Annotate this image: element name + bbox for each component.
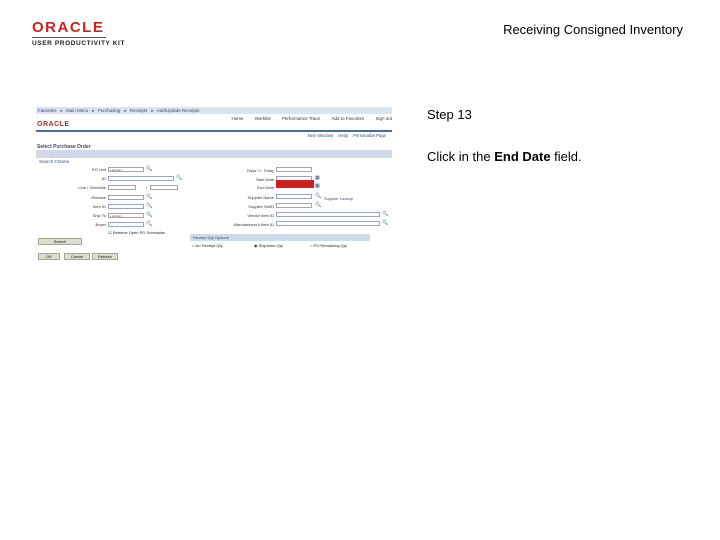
header-divider [36,130,392,132]
nav-worklist[interactable]: Worklist [255,116,271,121]
breadcrumb-item[interactable]: Add/Update Receipts [157,108,200,113]
schedule-input[interactable] [150,185,178,190]
lookup-icon[interactable]: 🔍 [146,221,152,227]
lookup-icon[interactable]: 🔍 [382,220,388,226]
field-label: End Date [257,185,274,190]
lookup-icon[interactable]: 🔍 [382,211,388,217]
section-title: Search Criteria [39,159,70,164]
end-date-input-highlighted[interactable] [276,180,314,188]
app-logo: ORACLE [37,121,70,128]
header-links: New Window| Help| Personalize Page [307,133,386,138]
radio-shipment-qty[interactable]: ◉ Shipment Qty [254,243,283,248]
po-id-input[interactable] [108,176,174,181]
instruction-suffix: field. [550,149,582,164]
top-nav: Home Worklist Performance Trace Add to F… [36,115,392,122]
field-label: Buyer [95,222,106,227]
personalize-link[interactable]: Personalize Page [353,133,386,138]
field-label: Line / Schedule [78,185,106,190]
step-instruction: Click in the End Date field. [427,149,582,164]
line-input[interactable] [108,185,136,190]
radio-label: Shipment Qty [258,243,283,248]
breadcrumb: Favorites ▸ Main Menu ▸ Purchasing ▸ Receip… [36,107,392,114]
breadcrumb-item[interactable]: Favorites [38,108,57,113]
field-label: Start Date [255,177,274,182]
ship-to-input[interactable]: US001 [108,213,144,218]
step-number: Step 13 [427,107,472,122]
new-window-link[interactable]: New Window [308,133,332,138]
mfg-item-input[interactable] [276,221,380,226]
calendar-icon[interactable]: ▦ [315,175,320,181]
buyer-input[interactable] [108,222,144,227]
radio-label: No Receipt Qty [195,243,223,248]
checkbox-label: Retrieve Open PO Schedules [112,230,166,235]
calendar-icon[interactable]: ▦ [315,183,320,189]
field-label: Item ID [93,204,106,209]
item-id-input[interactable] [108,204,144,209]
instruction-prefix: Click in the [427,149,495,164]
radio-label: PO Remaining Qty [313,243,347,248]
field-label: Supplier SetID [248,204,274,209]
search-criteria-header: Search Criteria [36,150,392,164]
lookup-icon[interactable]: 🔍 [146,194,152,200]
lookup-icon[interactable]: 🔍 [315,202,321,208]
instruction-target: End Date [494,149,551,164]
breadcrumb-item[interactable]: Purchasing [98,108,121,113]
po-unit-input[interactable]: US001 [108,167,144,172]
field-label: PO Unit [91,167,106,172]
lookup-icon[interactable]: 🔍 [146,212,152,218]
oracle-upk-logo: ORACLE USER PRODUCTIVITY KIT [32,20,128,47]
cancel-button[interactable]: Cancel [64,253,90,260]
nav-home[interactable]: Home [231,116,243,121]
field-label: Vendor Item ID [247,213,274,218]
search-button[interactable]: Search [38,238,82,245]
retrieve-open-checkbox[interactable]: ☑ Retrieve Open PO Schedules [108,230,165,235]
app-screenshot: Favorites ▸ Main Menu ▸ Purchasing ▸ Receip… [36,107,392,265]
breadcrumb-item[interactable]: Main Menu [66,108,88,113]
release-input[interactable] [108,195,144,200]
lookup-icon[interactable]: 🔍 [146,203,152,209]
refresh-button[interactable]: Refresh [92,253,118,260]
nav-performance-trace[interactable]: Performance Trace [282,116,320,121]
field-label: Days +/- Today [247,168,274,173]
logo-rule [32,37,106,38]
radio-po-remaining-qty[interactable]: ○ PO Remaining Qty [310,243,347,248]
field-label: Ship To [92,213,106,218]
receipt-qty-options-header: Receipt Qty Options [190,234,370,241]
slash-separator: / [146,185,148,190]
nav-sign-out[interactable]: Sign out [375,116,392,121]
days-input[interactable] [276,167,312,172]
help-link[interactable]: Help [338,133,347,138]
field-label: Release [91,195,106,200]
vendor-item-input[interactable] [276,212,380,217]
logo-subtitle: USER PRODUCTIVITY KIT [32,40,126,47]
logo-wordmark: ORACLE [32,19,105,36]
field-label: ID [102,176,106,181]
lookup-icon[interactable]: 🔍 [146,166,152,172]
breadcrumb-item[interactable]: Receipts [130,108,148,113]
document-title: Receiving Consigned Inventory [503,22,683,37]
lookup-icon[interactable]: 🔍 [176,175,182,181]
ok-button[interactable]: OK [38,253,60,260]
supplier-setid-input[interactable] [276,203,312,208]
field-label: Supplier Name [247,195,274,200]
field-label: Manufacturer's Item ID [233,222,274,227]
nav-add-favorites[interactable]: Add to Favorites [331,116,364,121]
supplier-lookup-link[interactable]: Supplier Lookup [324,196,353,201]
supplier-name-input[interactable] [276,194,312,199]
lookup-icon[interactable]: 🔍 [315,193,321,199]
radio-no-receipt-qty[interactable]: ○ No Receipt Qty [192,243,223,248]
